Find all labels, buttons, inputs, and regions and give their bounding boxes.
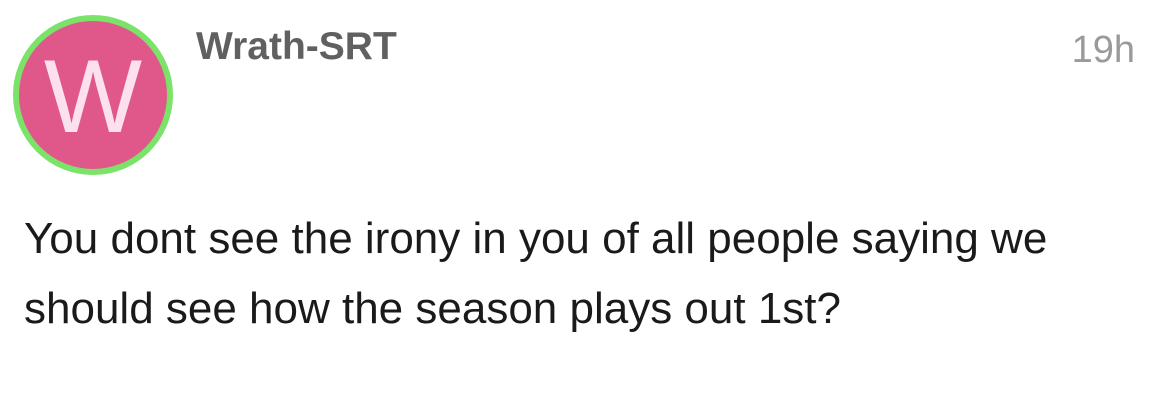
post-body: You dont see the irony in you of all peo… xyxy=(24,214,1048,333)
post-timestamp: 19h xyxy=(1071,29,1135,71)
post-card: W Wrath-SRT 19h You dont see the irony i… xyxy=(0,0,1169,400)
avatar-initial: W xyxy=(43,39,143,155)
user-avatar[interactable]: W xyxy=(13,15,173,175)
username[interactable]: Wrath-SRT xyxy=(196,25,397,69)
